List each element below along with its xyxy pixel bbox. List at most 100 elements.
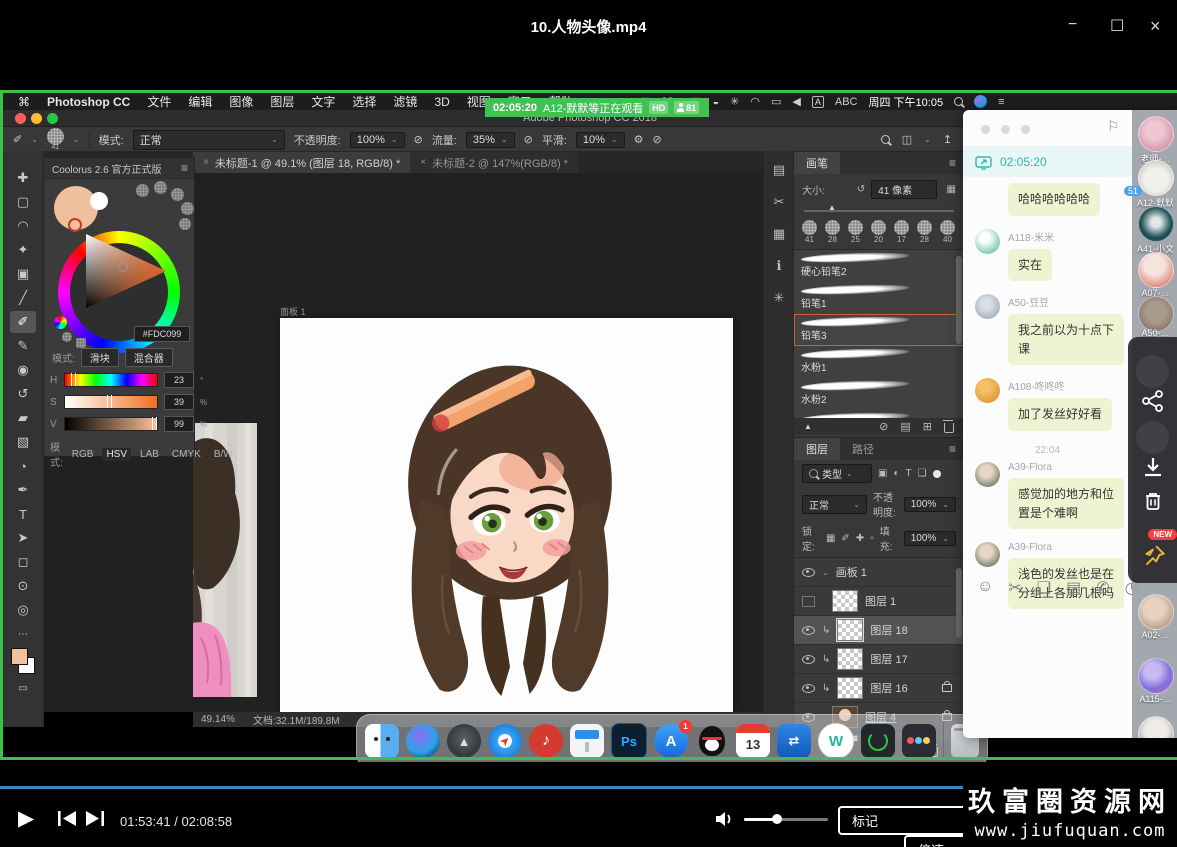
avatar[interactable] [975,294,1000,319]
share-icon[interactable] [1141,389,1165,413]
download-icon[interactable] [1141,455,1165,479]
menu-file[interactable]: 文件 [147,93,171,110]
lock-artboard-icon[interactable]: ▫ [870,533,874,544]
member-avatar[interactable] [1138,296,1174,332]
dock-video-app-icon[interactable] [902,724,936,758]
layer-row[interactable]: 图层 1 [794,587,964,616]
avatar[interactable] [975,378,1000,403]
member-avatar[interactable] [1138,716,1174,738]
sv-selector[interactable] [118,262,128,272]
pin-icon[interactable]: ⚐ [1107,118,1120,135]
delete-brush-icon[interactable] [944,423,954,433]
visibility-eye-icon[interactable] [802,655,815,664]
tab-untitled-1[interactable]: ×未标题-1 @ 49.1% (图层 18, RGB/8) * [193,152,410,173]
brush-list-item-selected[interactable]: 铅笔3 [794,314,964,346]
visibility-eye-icon[interactable] [802,684,815,693]
dock-safari-icon[interactable]: ➤ [488,724,522,758]
dock-teamviewer-icon[interactable]: ⇄ [777,724,811,758]
dock-emulator-icon[interactable] [861,724,895,758]
mode-hsv[interactable]: HSV [102,448,131,461]
minimize-traffic-light[interactable] [31,113,42,124]
member-avatar[interactable] [1138,252,1174,288]
avatar[interactable] [975,229,1000,254]
harmony-dot[interactable] [154,181,167,194]
volume-icon[interactable]: ◀ [792,95,800,108]
volume-slider[interactable] [744,818,828,821]
close-icon[interactable]: × [1150,16,1161,37]
ime-abc[interactable]: ABC [835,96,858,108]
brush-list-item[interactable]: 硬心铅笔2 [794,250,964,282]
slider-mode-button[interactable]: 滑块 [81,348,119,367]
brush-preset-preview[interactable] [47,128,64,145]
menu-layer[interactable]: 图层 [270,93,294,110]
notification-center-icon[interactable]: ≡ [998,96,1004,108]
dock-calendar-icon[interactable]: 13 [736,724,770,758]
value-slider[interactable] [64,417,158,431]
airbrush-icon[interactable]: ⊘ [524,133,533,146]
reset-icon[interactable]: ↺ [857,184,865,195]
hex-value[interactable]: #FDC099 [134,326,190,342]
ime-icon[interactable]: A [812,96,824,108]
layers-scrollbar[interactable] [956,568,962,638]
brush-preset[interactable]: 28 [913,220,936,245]
brush-preset[interactable]: 17 [890,220,913,245]
smoothing-select[interactable]: 10%⌄ [576,132,625,148]
brush-preset[interactable]: 40 [936,220,959,245]
status-icon-3[interactable]: ◒ [712,96,719,108]
lock-paint-icon[interactable]: ✐ [841,533,849,544]
harmony-dot[interactable] [181,202,194,215]
layer-row-selected[interactable]: ↳图层 18 [794,616,964,645]
tools-panel-icon[interactable]: ✂ [764,189,794,215]
menu-app-name[interactable]: Photoshop CC [47,95,130,109]
quick-mask-icon[interactable]: ▭ [10,677,36,699]
brush-preset[interactable]: 25 [844,220,867,245]
wifi-icon[interactable]: ◠ [750,95,760,108]
mode-cmyk[interactable]: CMYK [168,448,205,461]
trash-icon[interactable] [1141,489,1165,513]
brush-preset[interactable]: 28 [821,220,844,245]
gear-icon[interactable]: ⚙ [634,133,644,146]
brush-preset[interactable]: 20 [867,220,890,245]
layer-filter-select[interactable]: 类型⌄ [802,464,872,483]
menubar-clock[interactable]: 周四 下午10:05 [868,94,943,110]
member-avatar[interactable] [1138,206,1174,242]
mode-lab[interactable]: LAB [136,448,163,461]
filter-shape-icon[interactable]: ❏ [918,468,927,479]
brush-list-item[interactable]: 铅笔1 [794,282,964,314]
brush-preset[interactable]: 41 [798,220,821,245]
eyedropper-tool[interactable]: ╱ [10,287,36,309]
harmony-dot[interactable] [171,188,184,201]
visibility-eye-icon[interactable] [802,568,815,577]
dock-launchpad-icon[interactable]: ▲ [447,724,481,758]
layers-tab[interactable]: 图层 [794,438,840,460]
avatar[interactable] [975,542,1000,567]
history-brush-tool[interactable]: ↺ [10,383,36,405]
next-button[interactable] [85,810,105,832]
marquee-tool[interactable]: ▢ [10,191,36,213]
visibility-eye-icon[interactable] [802,626,815,635]
minimize-icon[interactable]: − [1068,16,1077,34]
avatar[interactable] [975,462,1000,487]
member-avatar[interactable] [1138,116,1174,152]
mute-button[interactable] [714,810,734,833]
dock-appstore-icon[interactable]: A1 [654,724,688,758]
panel-menu-icon[interactable]: ≡ [181,161,194,175]
zoom-level[interactable]: 49.14% [201,714,235,725]
chevron-down-icon[interactable]: ⌄ [31,135,38,144]
coolorus-title[interactable]: Coolorus 2.6 官方正式版 [44,161,161,176]
type-tool[interactable]: T [10,503,36,525]
mode-bw[interactable]: B/W [210,448,237,461]
brush-folder-icon[interactable]: ▤ [900,420,910,433]
lasso-tool[interactable]: ◠ [10,215,36,237]
layer-row[interactable]: ↳图层 16 [794,674,964,703]
brush-tool-icon[interactable]: ✐ [13,133,22,146]
flow-select[interactable]: 35%⌄ [466,132,515,148]
siri-icon[interactable] [974,95,987,108]
eraser-tool[interactable]: ▰ [10,407,36,429]
filter-on-toggle[interactable] [933,470,941,478]
dock-photoshop-icon[interactable]: Ps [611,723,647,759]
hue-slider[interactable] [64,373,158,387]
move-tool[interactable]: ✚ [10,167,36,189]
emoji-icon[interactable]: ☺ [977,578,993,598]
status-icon-4[interactable]: ✳ [730,95,739,108]
